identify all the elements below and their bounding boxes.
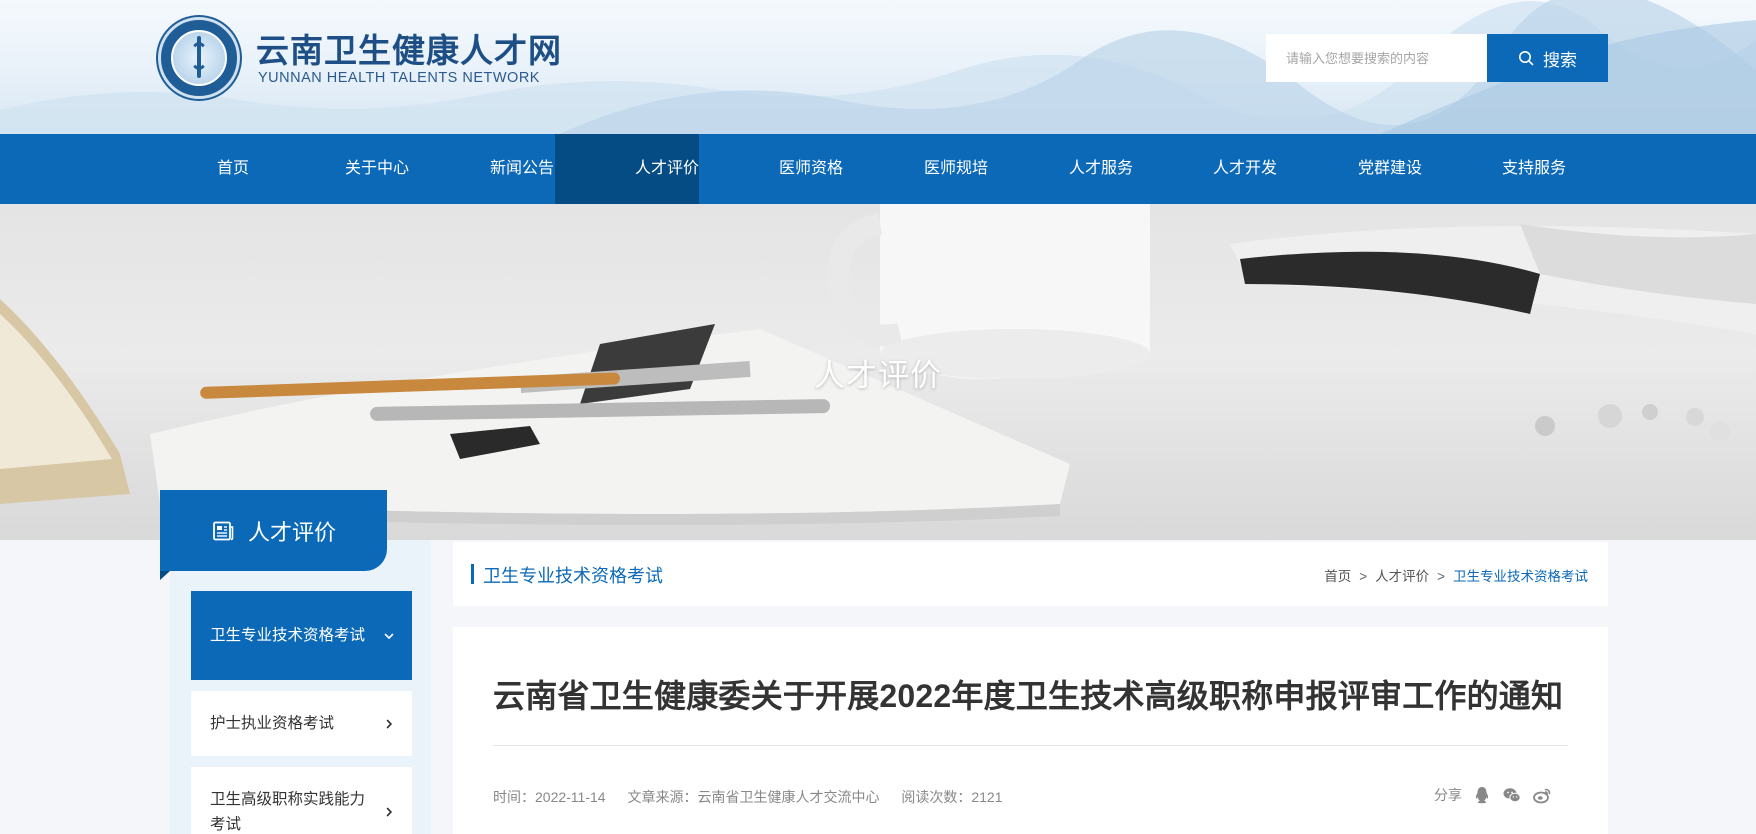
search-button[interactable]: 搜索: [1487, 34, 1608, 82]
sidebar-item-label: 卫生高级职称实践能力考试: [210, 790, 366, 833]
search-input[interactable]: [1266, 34, 1487, 82]
nav-item-home[interactable]: 首页: [161, 134, 305, 204]
nav-item-residency-training[interactable]: 医师规培: [884, 134, 1028, 204]
sidebar-item-health-tech-exam[interactable]: 卫生专业技术资格考试: [191, 591, 412, 680]
nav-item-talent-evaluation[interactable]: 人才评价: [555, 134, 699, 204]
main-nav: 首页 关于中心 新闻公告 人才评价 医师资格 医师规培 人才服务 人才开发 党群…: [0, 134, 1756, 204]
sidebar-heading: 人才评价: [160, 490, 387, 580]
article-card: 云南省卫生健康委关于开展2022年度卫生技术高级职称申报评审工作的通知 时间：2…: [453, 627, 1608, 834]
search-button-label: 搜索: [1543, 50, 1577, 70]
article-time: 时间：2022-11-14: [493, 789, 606, 805]
breadcrumb-home[interactable]: 首页: [1324, 565, 1351, 585]
breadcrumb-separator: >: [1359, 569, 1368, 584]
article-source: 文章来源：云南省卫生健康人才交流中心: [627, 789, 880, 805]
share-label: 分享: [1434, 787, 1462, 803]
article-title: 云南省卫生健康委关于开展2022年度卫生技术高级职称申报评审工作的通知: [493, 678, 1564, 714]
site-title[interactable]: 云南卫生健康人才网: [256, 24, 562, 72]
article-divider: [493, 745, 1568, 746]
sidebar-item-label: 护士执业资格考试: [210, 715, 335, 732]
medical-emblem-logo[interactable]: [158, 17, 240, 99]
nav-item-about[interactable]: 关于中心: [305, 134, 449, 204]
share-bar: 分享: [1434, 785, 1552, 805]
nav-item-talent-evaluation-label: 人才评价: [634, 160, 699, 177]
chevron-down-icon: [384, 633, 394, 639]
nav-item-talent-development[interactable]: 人才开发: [1173, 134, 1317, 204]
site-header: 云南卫生健康人才网 YUNNAN HEALTH TALENTS NETWORK …: [0, 0, 1756, 134]
chevron-right-icon: [386, 807, 392, 816]
nav-item-talent-service[interactable]: 人才服务: [1029, 134, 1173, 204]
sidebar-heading-title: 人才评价: [248, 519, 337, 545]
category-bar: 卫生专业技术资格考试 首页 > 人才评价 > 卫生专业技术资格考试: [453, 542, 1608, 606]
nav-item-support-service[interactable]: 支持服务: [1462, 134, 1606, 204]
category-title: 卫生专业技术资格考试: [483, 566, 663, 586]
article-views: 阅读次数：2121: [901, 789, 1003, 805]
sidebar-heading-fold: [160, 571, 170, 580]
sidebar-item-nurse-exam[interactable]: 护士执业资格考试: [191, 691, 412, 756]
breadcrumb: 首页 > 人才评价 > 卫生专业技术资格考试: [1324, 565, 1588, 585]
sidebar-item-senior-title-exam[interactable]: 卫生高级职称实践能力考试: [191, 767, 412, 834]
logo-snake: [190, 42, 208, 70]
wechat-icon[interactable]: [1502, 785, 1522, 805]
qq-icon[interactable]: [1472, 785, 1492, 805]
category-marker: [471, 564, 474, 584]
nav-item-party-building[interactable]: 党群建设: [1318, 134, 1462, 204]
banner-title: 人才评价: [814, 358, 942, 393]
sidebar-item-label: 卫生专业技术资格考试: [210, 627, 366, 644]
chevron-right-icon: [386, 719, 392, 728]
nav-item-physician-qualification[interactable]: 医师资格: [739, 134, 883, 204]
article-meta: 时间：2022-11-14 文章来源：云南省卫生健康人才交流中心 阅读次数：21…: [493, 787, 1021, 807]
newspaper-icon: [213, 521, 234, 540]
breadcrumb-separator: >: [1437, 569, 1445, 584]
breadcrumb-current[interactable]: 卫生专业技术资格考试: [1453, 565, 1588, 585]
weibo-icon[interactable]: [1532, 785, 1552, 805]
site-subtitle: YUNNAN HEALTH TALENTS NETWORK: [258, 70, 540, 86]
search-icon: [1519, 51, 1534, 66]
breadcrumb-section[interactable]: 人才评价: [1375, 565, 1429, 585]
